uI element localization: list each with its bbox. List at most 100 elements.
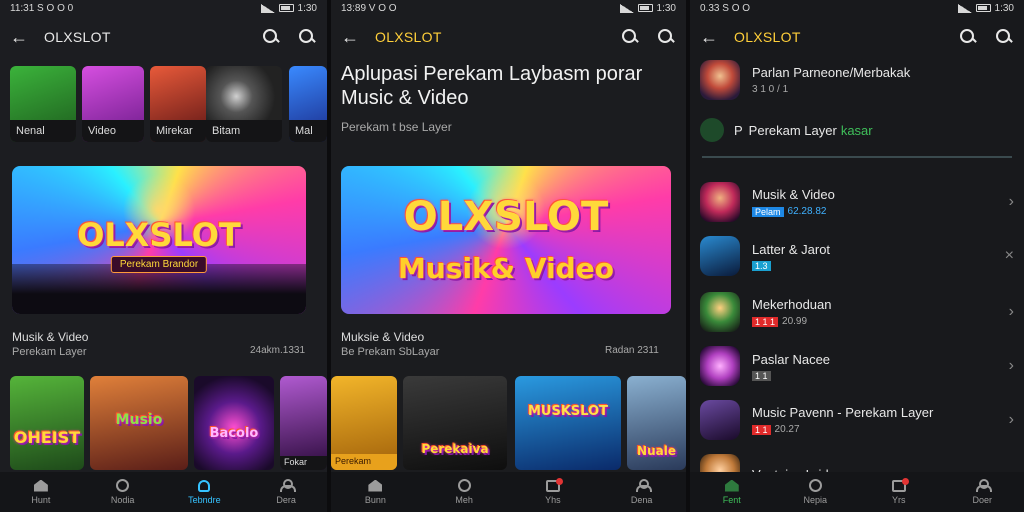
status-clock: 1:30 [994, 2, 1014, 14]
media-time: 24akm.1331 [250, 345, 306, 356]
item-title: Mekerhoduan [752, 297, 832, 312]
tile-label: Mirekar [150, 120, 206, 142]
list-item[interactable]: Musik & Video Pelam 62.28.82 › [700, 180, 1014, 224]
search-icon-secondary[interactable] [297, 27, 317, 47]
featured-banner[interactable]: OLXSLOT Perekam Brandor [12, 166, 306, 314]
bottom-tile-2[interactable]: Musio [90, 376, 188, 470]
back-arrow-icon[interactable]: ← [341, 27, 365, 48]
nav-profile[interactable]: Dena [597, 472, 686, 512]
media-time: Radan 2311 [605, 345, 659, 356]
chevron-right-icon[interactable]: › [998, 411, 1014, 429]
featured-banner[interactable]: OLXSLOT Musik& Video [341, 166, 671, 314]
bell-icon [198, 479, 211, 492]
back-arrow-icon[interactable]: ← [10, 27, 34, 48]
screen-list: 0.33 S O O 1:30 ← OLXSLOT Parlan Parneon… [690, 0, 1024, 512]
avatar [700, 236, 740, 276]
recorder-prefix: P [734, 122, 743, 138]
bottom-tile-1[interactable]: OHEIST [10, 376, 84, 470]
app-title: OLXSLOT [44, 29, 111, 45]
user-icon [635, 479, 652, 492]
detail-tile-4[interactable]: Nuale [627, 376, 686, 470]
search-icon[interactable] [620, 27, 640, 47]
list-item[interactable]: Latter & Jarot 1.3 × [700, 234, 1014, 278]
search-icon[interactable] [958, 27, 978, 47]
tile-label: Bitam [206, 120, 282, 142]
tile-label: Mal [289, 120, 327, 142]
app-bar: ← OLXSLOT [0, 22, 327, 52]
list-item[interactable]: Mekerhoduan 1 1 1 20.99 › [700, 290, 1014, 334]
section-divider [702, 156, 1012, 158]
search-icon[interactable] [261, 27, 281, 47]
chevron-right-icon[interactable]: › [998, 303, 1014, 321]
bottom-tile-4[interactable]: Fokar [280, 376, 327, 470]
item-meta: 20.27 [774, 424, 800, 435]
item-meta: 20.99 [782, 316, 808, 327]
nav-media[interactable]: Meh [420, 472, 509, 512]
nav-inbox[interactable]: Yrs [857, 472, 941, 512]
nav-profile[interactable]: Doer [941, 472, 1024, 512]
media-title: Muksie & Video [341, 330, 425, 344]
nav-media[interactable]: Nodia [82, 472, 164, 512]
page-headline-sub: Perekam t bse Layer [341, 120, 452, 134]
search-icon-secondary[interactable] [656, 27, 676, 47]
signal-icon [260, 3, 275, 13]
top-tile-3[interactable]: Mirekar [150, 66, 206, 142]
app-bar: ← OLXSLOT [331, 22, 686, 52]
tile-label: Nuale [637, 444, 676, 458]
recorder-icon [700, 118, 724, 142]
list-item[interactable]: Music Pavenn - Perekam Layer 1 1 20.27 › [700, 398, 1014, 442]
app-title: OLXSLOT [734, 29, 801, 45]
detail-tile-3[interactable]: MUSKSLOT [515, 376, 621, 470]
notification-badge [555, 477, 563, 485]
banner-logo: OLXSLOT [403, 194, 609, 240]
signal-icon [619, 3, 634, 13]
battery-icon [975, 4, 991, 12]
nav-trending[interactable]: Tebndre [164, 472, 246, 512]
status-time: 13:89 V O O [341, 2, 397, 14]
nav-inbox[interactable]: Yhs [509, 472, 598, 512]
search-icon-secondary[interactable] [994, 27, 1014, 47]
inbox-icon [545, 477, 563, 492]
item-title: Latter & Jarot [752, 241, 831, 257]
home-icon [724, 479, 739, 492]
item-title: Musik & Video [752, 187, 835, 202]
nav-home[interactable]: Hunt [0, 472, 82, 512]
recorder-label: Perekam Layer [748, 122, 837, 138]
top-tile-5[interactable]: Mal [289, 66, 327, 142]
battery-icon [637, 4, 653, 12]
app-bar: ← OLXSLOT [690, 22, 1024, 52]
nav-profile[interactable]: Dera [245, 472, 327, 512]
back-arrow-icon[interactable]: ← [700, 27, 724, 48]
featured-list-item[interactable]: Parlan Parneone/Merbakak 3 1 0 / 1 [700, 58, 1014, 102]
top-tile-1[interactable]: Nenal [10, 66, 76, 142]
status-bar: 0.33 S O O 1:30 [690, 0, 1024, 16]
inbox-icon [891, 477, 909, 492]
tile-label: Nenal [10, 120, 76, 142]
top-tile-2[interactable]: Video [82, 66, 144, 142]
banner-logo: OLXSLOT [77, 216, 241, 254]
tile-label: Bacolo [209, 426, 259, 441]
status-clock: 1:30 [656, 2, 676, 14]
chevron-right-icon[interactable]: › [998, 193, 1014, 211]
bottom-tile-3[interactable]: Bacolo [194, 376, 274, 470]
avatar [700, 292, 740, 332]
recorder-shortcut[interactable]: P Perekam Layer kasar [700, 108, 1014, 152]
nav-home[interactable]: Fent [690, 472, 774, 512]
page-headline: Aplupasi Perekam Laybasm porar Music & V… [341, 63, 643, 109]
banner-subtitle: Perekam Brandor [110, 256, 208, 273]
tile-label: Musio [115, 412, 163, 428]
nav-media[interactable]: Nepia [774, 472, 858, 512]
nav-home[interactable]: Bunn [331, 472, 420, 512]
item-tag: 1 1 1 [752, 316, 779, 327]
item-tag: 1 1 [752, 370, 771, 381]
list-item[interactable]: Paslar Nacee 1 1 › [700, 344, 1014, 388]
bottom-navigation: Bunn Meh Yhs Dena [331, 472, 686, 512]
top-tile-4[interactable]: Bitam [206, 66, 282, 142]
detail-tile-1[interactable]: Perekam [331, 376, 397, 470]
bottom-navigation: Fent Nepia Yrs Doer [690, 472, 1024, 512]
item-tag: 1.3 [752, 260, 771, 271]
close-icon[interactable]: × [998, 247, 1014, 265]
status-clock: 1:30 [297, 2, 317, 14]
chevron-right-icon[interactable]: › [998, 357, 1014, 375]
detail-tile-2[interactable]: Perekaiva [403, 376, 507, 470]
